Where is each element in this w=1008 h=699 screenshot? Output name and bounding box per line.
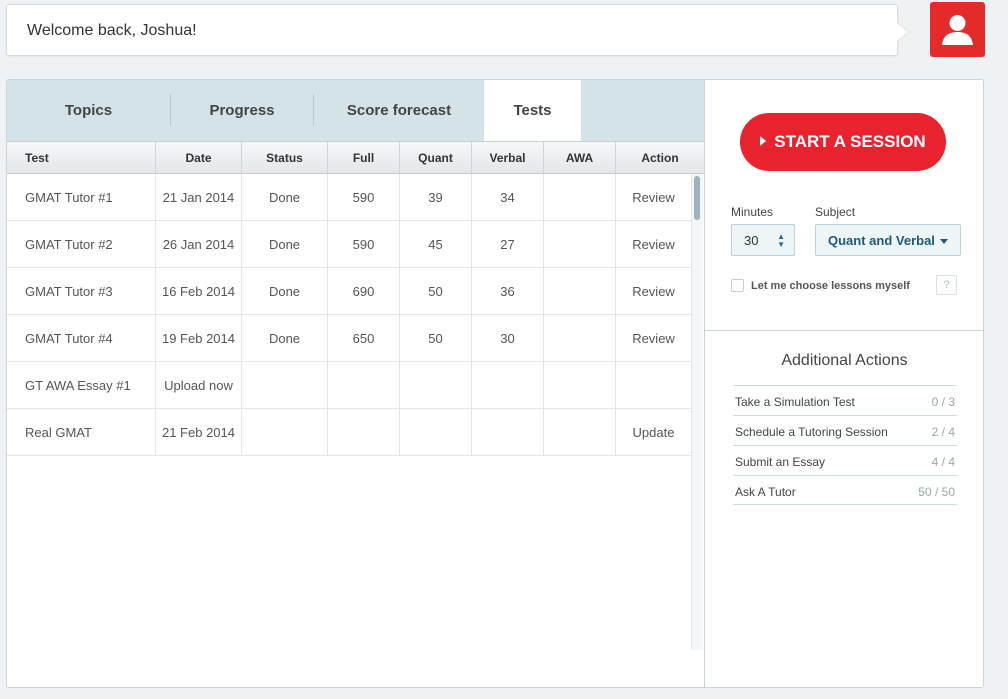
choose-lessons-label[interactable]: Let me choose lessons myself — [751, 280, 910, 292]
cell-full: 650 — [328, 315, 400, 362]
scrollbar-thumb[interactable] — [694, 176, 700, 220]
cell-awa — [544, 315, 616, 362]
col-full: Full — [328, 142, 400, 174]
cell-test: GMAT Tutor #2 — [7, 221, 156, 268]
tab-tests[interactable]: Tests — [484, 80, 581, 141]
cell-awa — [544, 362, 616, 409]
cell-full — [328, 362, 400, 409]
tab-score-forecast[interactable]: Score forecast — [314, 80, 484, 141]
tab-topics[interactable]: Topics — [7, 80, 170, 141]
cell-full: 690 — [328, 268, 400, 315]
cell-test: GT AWA Essay #1 — [7, 362, 156, 409]
divider — [705, 330, 983, 331]
cell-full — [328, 409, 400, 456]
action-ask-tutor[interactable]: Ask A Tutor 50 / 50 — [733, 475, 957, 505]
cell-verbal — [472, 409, 544, 456]
col-date: Date — [156, 142, 242, 174]
cell-full: 590 — [328, 221, 400, 268]
action-simulation-test[interactable]: Take a Simulation Test 0 / 3 — [733, 385, 957, 415]
subject-value: Quant and Verbal — [828, 233, 935, 248]
scrollbar[interactable] — [691, 174, 703, 650]
help-icon[interactable]: ? — [936, 275, 957, 295]
cell-action[interactable]: Review — [616, 315, 691, 362]
table-header: Test Date Status Full Quant Verbal AWA A… — [7, 141, 704, 174]
col-status: Status — [242, 142, 328, 174]
tests-area: Topics Progress Score forecast Tests Tes… — [7, 80, 704, 687]
cell-awa — [544, 174, 616, 221]
welcome-text: Welcome back, Joshua! — [27, 22, 197, 39]
col-action: Action — [641, 151, 679, 165]
minutes-stepper[interactable]: 30 ▲ ▼ — [731, 224, 795, 256]
minutes-value: 30 — [744, 233, 759, 248]
main-panel: Topics Progress Score forecast Tests Tes… — [6, 79, 984, 688]
cell-awa — [544, 268, 616, 315]
minutes-label: Minutes — [731, 205, 774, 219]
cell-test: Real GMAT — [7, 409, 156, 456]
cell-test: GMAT Tutor #3 — [7, 268, 156, 315]
cell-quant: 50 — [400, 268, 472, 315]
cell-action[interactable]: Update — [616, 409, 691, 456]
cell-verbal: 34 — [472, 174, 544, 221]
additional-actions-title: Additional Actions — [781, 352, 908, 369]
cell-full: 590 — [328, 174, 400, 221]
cell-quant: 50 — [400, 315, 472, 362]
cell-action[interactable]: Review — [616, 221, 691, 268]
subject-select[interactable]: Quant and Verbal — [815, 224, 961, 256]
cell-test: GMAT Tutor #4 — [7, 315, 156, 362]
cell-verbal: 36 — [472, 268, 544, 315]
cell-status: Done — [242, 174, 328, 221]
session-panel: START A SESSION Minutes Subject 30 ▲ ▼ Qu… — [704, 80, 983, 687]
subject-label: Subject — [815, 205, 856, 219]
cell-quant: 45 — [400, 221, 472, 268]
cell-awa — [544, 409, 616, 456]
col-quant: Quant — [400, 142, 472, 174]
cell-quant — [400, 362, 472, 409]
cell-test: GMAT Tutor #1 — [7, 174, 156, 221]
cell-status — [242, 409, 328, 456]
tab-bar: Topics Progress Score forecast Tests — [7, 80, 704, 141]
cell-quant: 39 — [400, 174, 472, 221]
start-session-button[interactable]: START A SESSION — [740, 113, 946, 171]
chevron-down-icon — [940, 239, 948, 244]
choose-lessons-checkbox[interactable] — [731, 279, 744, 292]
col-awa: AWA — [544, 142, 616, 174]
cell-verbal — [472, 362, 544, 409]
cell-action[interactable]: Review — [616, 174, 691, 221]
cell-status: Done — [242, 315, 328, 362]
cell-action — [616, 362, 691, 409]
cell-status — [242, 362, 328, 409]
tab-progress[interactable]: Progress — [171, 80, 313, 141]
cell-action[interactable]: Review — [616, 268, 691, 315]
table-body: GMAT Tutor #1 21 Jan 2014 Done 590 39 34 Revie… — [7, 174, 691, 650]
table-row: GMAT Tutor #3 16 Feb 2014 Done 690 50 36 Revie… — [7, 268, 691, 315]
user-icon — [942, 15, 973, 45]
table-row: GT AWA Essay #1 Upload now — [7, 362, 691, 409]
action-submit-essay[interactable]: Submit an Essay 4 / 4 — [733, 445, 957, 475]
col-test: Test — [7, 142, 156, 174]
cell-date: 21 Jan 2014 — [156, 174, 242, 221]
col-verbal: Verbal — [472, 142, 544, 174]
cell-date: 26 Jan 2014 — [156, 221, 242, 268]
cell-verbal: 27 — [472, 221, 544, 268]
cell-status: Done — [242, 268, 328, 315]
play-icon — [760, 136, 767, 146]
welcome-banner: Welcome back, Joshua! — [6, 4, 909, 56]
cell-date[interactable]: Upload now — [156, 362, 242, 409]
user-avatar-button[interactable] — [930, 2, 985, 57]
table-row: GMAT Tutor #2 26 Jan 2014 Done 590 45 27 Revie… — [7, 221, 691, 268]
table-row: GMAT Tutor #1 21 Jan 2014 Done 590 39 34 Revie… — [7, 174, 691, 221]
table-row: Real GMAT 21 Feb 2014 Update — [7, 409, 691, 456]
cell-awa — [544, 221, 616, 268]
cell-status: Done — [242, 221, 328, 268]
stepper-arrows-icon: ▲ ▼ — [777, 232, 785, 249]
cell-date: 21 Feb 2014 — [156, 409, 242, 456]
cell-quant — [400, 409, 472, 456]
cell-date: 16 Feb 2014 — [156, 268, 242, 315]
table-row: GMAT Tutor #4 19 Feb 2014 Done 650 50 30 Revie… — [7, 315, 691, 362]
action-schedule-tutoring[interactable]: Schedule a Tutoring Session 2 / 4 — [733, 415, 957, 445]
cell-date: 19 Feb 2014 — [156, 315, 242, 362]
cell-verbal: 30 — [472, 315, 544, 362]
